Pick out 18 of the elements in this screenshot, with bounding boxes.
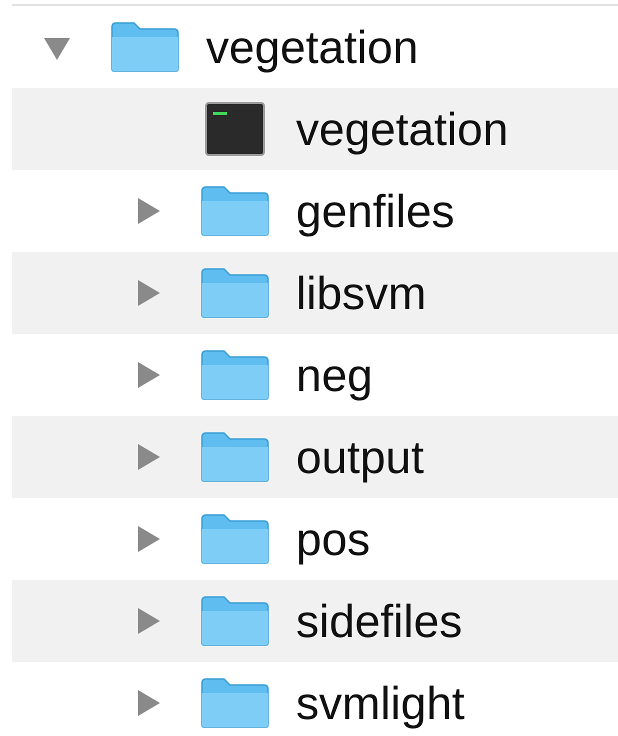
- file-name[interactable]: genfiles: [296, 188, 455, 234]
- folder-icon: [200, 267, 270, 319]
- file-name[interactable]: neg: [296, 352, 373, 398]
- folder-icon: [200, 677, 270, 729]
- terminal-icon: [205, 102, 265, 156]
- folder-icon: [200, 513, 270, 565]
- file-name[interactable]: output: [296, 434, 424, 480]
- folder-icon: [200, 185, 270, 237]
- file-name[interactable]: libsvm: [296, 270, 426, 316]
- file-name[interactable]: vegetation: [206, 24, 418, 70]
- file-name[interactable]: vegetation: [296, 106, 508, 152]
- file-name[interactable]: svmlight: [296, 680, 465, 726]
- file-name[interactable]: sidefiles: [296, 598, 462, 644]
- folder-icon: [200, 431, 270, 483]
- folder-icon: [110, 21, 180, 73]
- folder-icon: [200, 595, 270, 647]
- file-name[interactable]: pos: [296, 516, 370, 562]
- folder-icon: [200, 349, 270, 401]
